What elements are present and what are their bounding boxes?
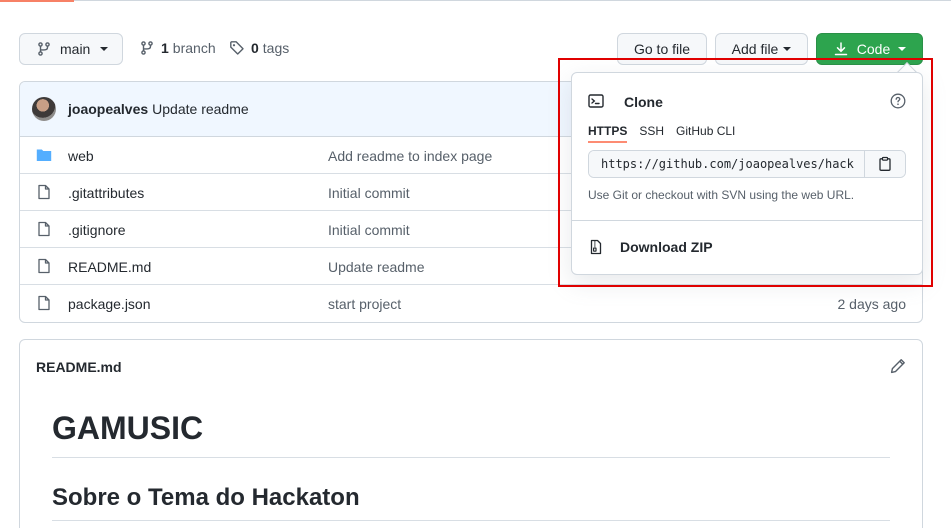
readme-heading-1: GAMUSIC: [52, 410, 890, 458]
branch-icon: [36, 41, 52, 57]
branch-name: main: [60, 41, 91, 57]
readme-heading-2: Sobre o Tema do Hackaton: [52, 484, 890, 521]
folder-icon: [36, 147, 52, 163]
add-file-label: Add file: [731, 41, 779, 57]
tags-link[interactable]: 0 tags: [229, 40, 289, 56]
tab-underline-indicator: [0, 0, 74, 2]
commit-message[interactable]: Update readme: [152, 101, 249, 117]
file-icon: [36, 221, 52, 237]
file-icon: [36, 258, 52, 274]
highlight-box: [558, 58, 933, 287]
branch-select-button[interactable]: main: [19, 33, 123, 65]
chevron-down-icon: [100, 47, 109, 51]
file-icon: [36, 184, 52, 200]
tag-icon: [229, 40, 245, 56]
file-name[interactable]: package.json: [68, 296, 151, 312]
chevron-down-icon: [898, 47, 907, 51]
file-row[interactable]: package.json start project 2 days ago: [20, 285, 922, 322]
file-commit-message[interactable]: start project: [328, 296, 401, 312]
branches-link[interactable]: 1 branch: [139, 40, 216, 56]
readme-panel: README.md GAMUSIC Sobre o Tema do Hackat…: [19, 339, 923, 528]
file-icon: [36, 295, 52, 311]
file-age: 2 days ago: [837, 296, 907, 312]
go-to-file-label: Go to file: [633, 41, 691, 57]
file-commit-message[interactable]: Initial commit: [328, 222, 410, 238]
branch-label: branch: [172, 40, 216, 56]
avatar[interactable]: [32, 97, 56, 121]
file-commit-message[interactable]: Update readme: [328, 259, 425, 275]
file-commit-message[interactable]: Add readme to index page: [328, 148, 492, 164]
tag-label: tags: [262, 40, 290, 56]
commit-author[interactable]: joaopealves: [68, 101, 148, 117]
file-name[interactable]: README.md: [68, 259, 151, 275]
page-top-border: [0, 0, 951, 1]
branch-count: 1: [161, 40, 169, 56]
file-name[interactable]: web: [68, 148, 94, 164]
branch-icon: [139, 40, 155, 56]
pencil-icon[interactable]: [890, 358, 906, 374]
readme-title[interactable]: README.md: [36, 359, 122, 375]
tag-count: 0: [251, 40, 259, 56]
download-icon: [833, 41, 849, 57]
file-name[interactable]: .gitignore: [68, 222, 126, 238]
chevron-down-icon: [783, 47, 792, 51]
code-label: Code: [856, 41, 891, 57]
file-name[interactable]: .gitattributes: [68, 185, 144, 201]
file-commit-message[interactable]: Initial commit: [328, 185, 410, 201]
